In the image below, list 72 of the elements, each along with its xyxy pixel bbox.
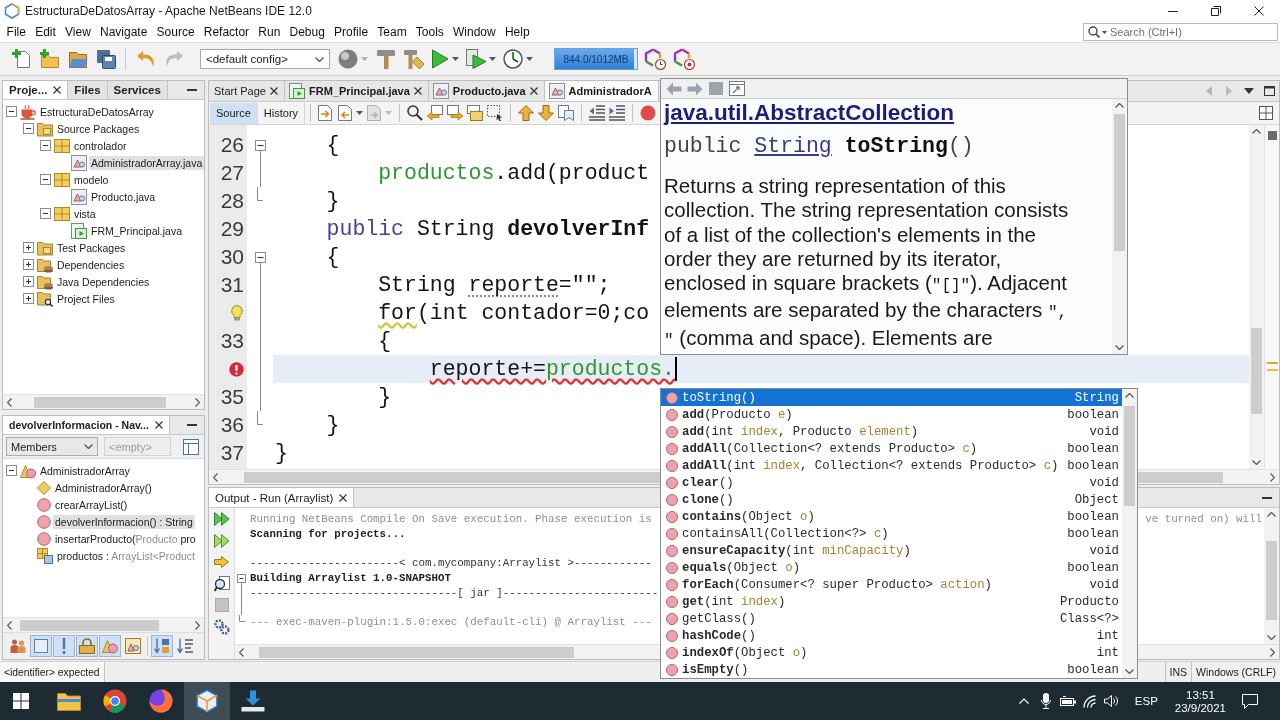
code-line: }: [326, 412, 340, 438]
return-type: void: [1089, 475, 1119, 490]
method-signature: equals(Object o): [682, 560, 801, 575]
code-line: public String devolverInf: [326, 216, 650, 242]
code-line: for(int contador=0;co: [378, 300, 650, 326]
code-line: }: [378, 384, 392, 410]
code-line: String reporte="";: [378, 272, 611, 298]
output-line: --- exec-maven-plugin:1.5.0:exec (default-cli) @ Arraylist ---: [250, 616, 652, 629]
clock-date: 23/9/2021: [1174, 701, 1226, 714]
method-signature: isEmpty(): [682, 662, 749, 677]
output-line: --------------------------------[ jar ]------------------------: [250, 586, 659, 599]
return-type: void: [1089, 543, 1119, 558]
code-line: }: [326, 188, 340, 214]
method-signature: containsAll(Collection<?> c): [682, 526, 889, 541]
return-type: Object: [1074, 492, 1119, 507]
return-type: boolean: [1067, 662, 1119, 677]
line-number: 26: [220, 133, 244, 157]
method-signature: getClass(): [682, 611, 756, 626]
method-signature: public String toString(): [664, 133, 974, 159]
method-signature: addAll(Collection<? extends Producto> c): [682, 441, 978, 456]
line-number: 29: [220, 217, 244, 241]
method-signature: toString(): [682, 390, 756, 405]
clock-time: 13:51: [1186, 688, 1215, 701]
return-type: void: [1089, 424, 1119, 439]
code-line: {: [326, 244, 340, 270]
output-line: -----------------------< com.mycompany:Arraylist >------------: [250, 557, 652, 570]
method-signature: addAll(int index, Collection<? extends Producto> c): [682, 458, 1059, 473]
return-type: String: [1074, 390, 1119, 405]
method-signature: contains(Object o): [682, 509, 815, 524]
input-language: ESP: [1133, 695, 1159, 707]
method-signature: get(int index): [682, 594, 786, 609]
code-line: {: [326, 132, 340, 158]
method-signature: hashCode(): [682, 628, 756, 643]
output-line: ve turned on) will: [1145, 513, 1262, 526]
output-line: Building Arraylist 1.0-SNAPSHOT: [250, 572, 451, 585]
method-signature: indexOf(Object o): [682, 645, 808, 660]
filter-select: <empty>: [104, 437, 171, 456]
line-number: 28: [220, 189, 244, 213]
line-number: 37: [220, 441, 244, 465]
line-number: 33: [220, 329, 244, 353]
code-line: }: [275, 440, 288, 466]
return-type: boolean: [1067, 509, 1119, 524]
code-line: productos.add(product: [378, 160, 650, 186]
method-signature: clear(): [682, 475, 734, 490]
output-line: Running NetBeans Compile On Save execution. Phase execution is: [250, 513, 652, 526]
description-text: Returns a string representation of this collection. The string representation consists of a list of the collection's elements in the order they are returned by its iterator, enclosed in square brackets ("[]"). Adjacent elements are separated by the characters ", " (comma and space). Elements are: [664, 174, 1069, 352]
line-number: 36: [220, 413, 244, 437]
line-number: 31: [220, 273, 244, 297]
method-signature: clone(): [682, 492, 734, 507]
memory-reading: 844.0/1012MB: [563, 53, 629, 65]
return-type: boolean: [1067, 458, 1119, 473]
method-signature: add(Producto e): [682, 407, 793, 422]
return-type: Class<?>: [1059, 611, 1119, 626]
window-title: EstructuraDeDatosArray - Apache NetBeans IDE 12.0: [25, 4, 312, 18]
return-type: int: [1096, 628, 1119, 643]
return-type: boolean: [1067, 441, 1119, 456]
return-type: Producto: [1059, 594, 1119, 609]
method-signature: add(int index, Producto element): [682, 424, 919, 439]
return-type: int: [1096, 645, 1119, 660]
return-type: boolean: [1067, 407, 1119, 422]
method-signature: ensureCapacity(int minCapacity): [682, 543, 911, 558]
code-line: reporte+=productos.: [429, 356, 675, 382]
line-number: 27: [220, 161, 244, 185]
output-line: Scanning for projects...: [250, 528, 406, 541]
code-line: {: [378, 328, 392, 354]
method-signature: forEach(Consumer<? super Producto> action): [682, 577, 992, 592]
return-type: void: [1089, 577, 1119, 592]
return-type: boolean: [1067, 560, 1119, 575]
status-message: <identifier> expected: [0, 662, 105, 682]
line-number: 35: [220, 385, 244, 409]
line-number: 30: [220, 245, 244, 269]
return-type: boolean: [1067, 526, 1119, 541]
